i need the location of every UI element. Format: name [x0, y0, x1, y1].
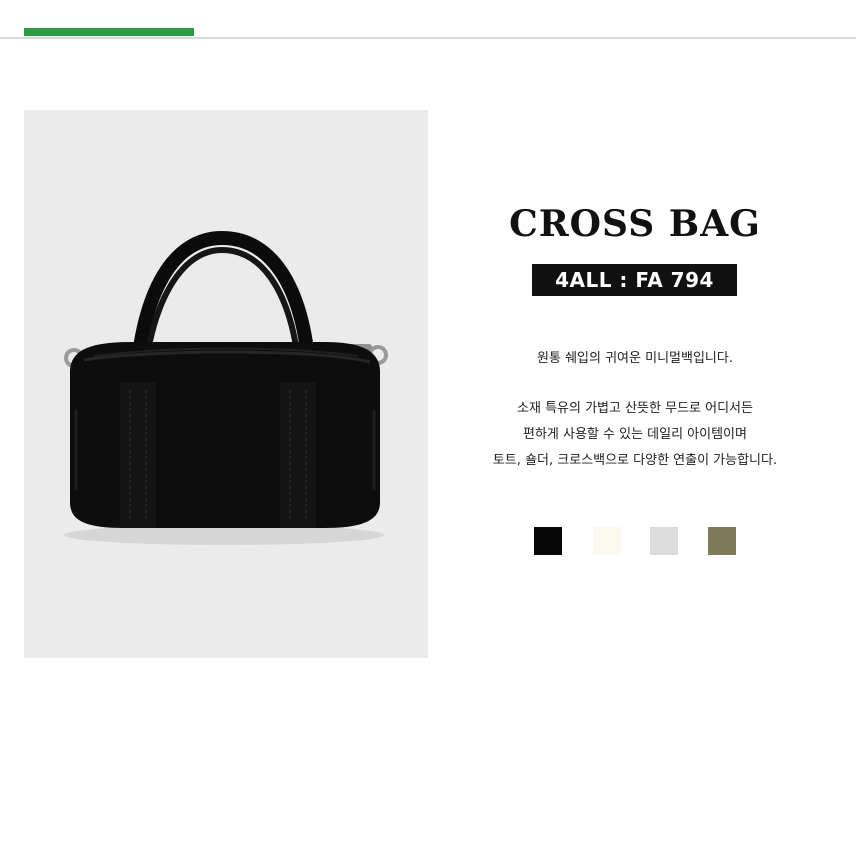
product-description-intro: 원통 쉐입의 귀여운 미니멀백입니다. — [537, 351, 733, 366]
header-accent-bar — [24, 28, 194, 36]
description-line: 토트, 숄더, 크로스백으로 다양한 연출이 가능합니다. — [492, 453, 778, 468]
color-swatch-gray[interactable] — [650, 527, 678, 555]
header-divider — [0, 37, 856, 39]
product-title: CROSS BAG — [509, 203, 761, 245]
color-swatch-khaki[interactable] — [708, 527, 736, 555]
color-swatch-black[interactable] — [534, 527, 562, 555]
product-description: 소재 특유의 가볍고 산뜻한 무드로 어디서든 편하게 사용할 수 있는 데일리… — [440, 396, 830, 474]
model-code-badge: 4ALL : FA 794 — [532, 264, 737, 296]
product-photo — [24, 110, 428, 658]
color-swatch-ivory[interactable] — [593, 527, 621, 555]
description-line: 편하게 사용할 수 있는 데일리 아이템이며 — [523, 427, 747, 442]
black-bag-image-icon — [64, 230, 388, 545]
description-line: 소재 특유의 가볍고 산뜻한 무드로 어디서든 — [517, 401, 753, 416]
product-detail-page: CROSS BAG 4ALL : FA 794 원통 쉐입의 귀여운 미니멀백입… — [0, 0, 856, 856]
